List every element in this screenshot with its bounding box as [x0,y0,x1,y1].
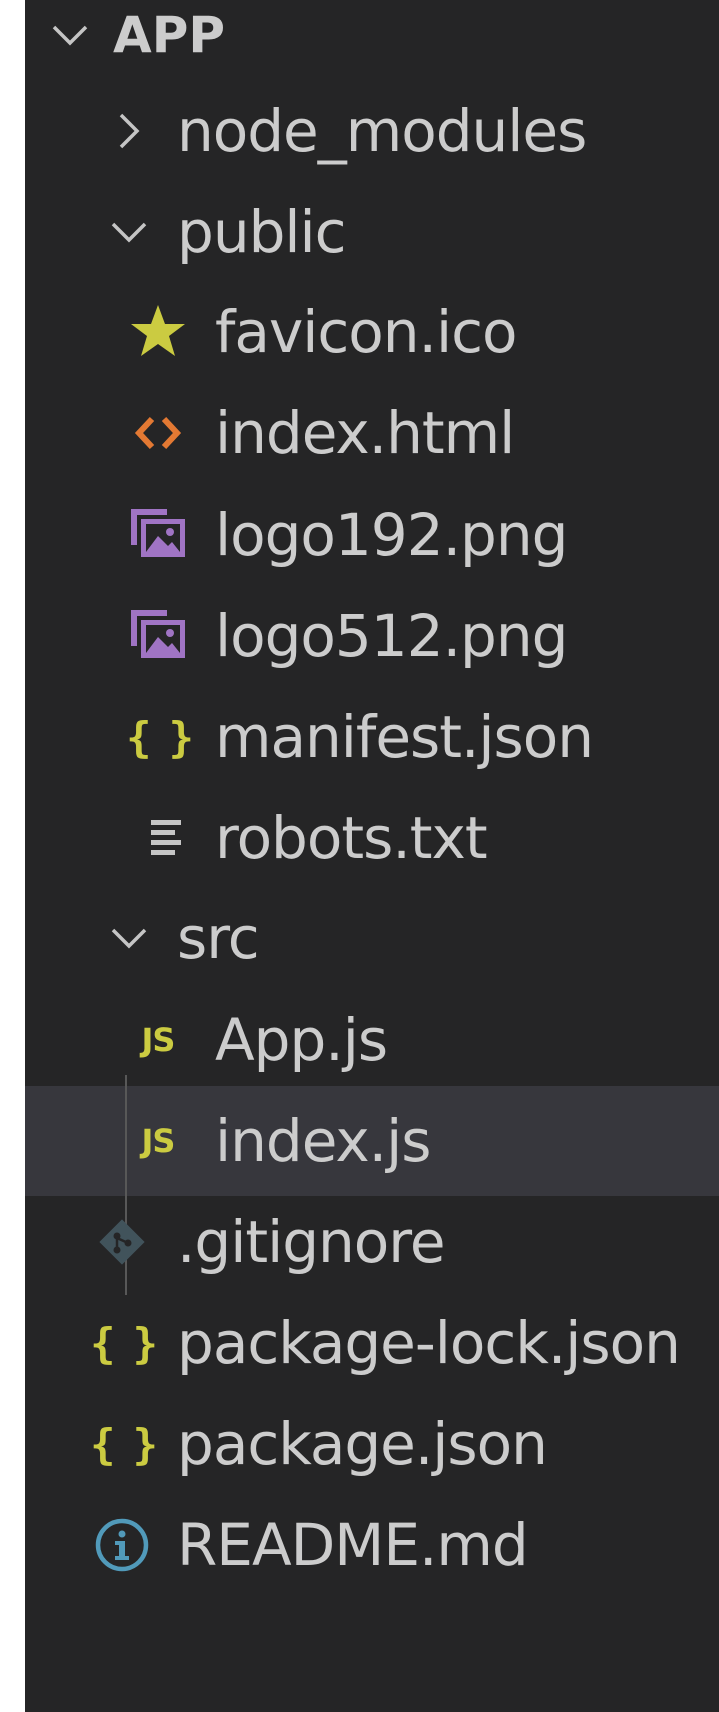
tree-item-label: index.js [215,1107,431,1175]
tree-item-label: src [177,904,260,972]
tree-file-readme-md[interactable]: README.md [25,1490,719,1600]
git-icon [89,1209,155,1275]
chevron-down-icon [40,5,100,65]
image-icon [125,502,191,568]
tree-file-app-js[interactable]: JS App.js [25,985,719,1095]
chevron-down-icon [99,908,159,968]
json-icon: { } [90,1419,158,1469]
tree-item-label: package-lock.json [177,1309,681,1377]
tree-item-label: package.json [177,1410,548,1478]
tree-file-manifest-json[interactable]: { } manifest.json [25,682,719,792]
tree-item-label: logo512.png [215,602,568,670]
tree-file-robots-txt[interactable]: robots.txt [25,783,719,893]
tree-folder-src[interactable]: src [25,883,719,993]
tree-item-label: favicon.ico [215,298,517,366]
javascript-icon: JS [141,1021,176,1059]
image-icon [125,603,191,669]
tree-item-label: index.html [215,399,515,467]
tree-file-package-lock-json[interactable]: { } package-lock.json [25,1288,719,1398]
chevron-right-icon [99,101,159,161]
star-icon [125,299,191,365]
tree-file-package-json[interactable]: { } package.json [25,1389,719,1499]
tree-folder-public[interactable]: public [25,177,719,287]
tree-folder-node-modules[interactable]: node_modules [25,76,719,186]
tree-item-label: .gitignore [177,1208,446,1276]
tree-item-label: node_modules [177,97,587,165]
javascript-icon: JS [141,1122,176,1160]
tree-file-logo512[interactable]: logo512.png [25,581,719,691]
tree-file-index-js[interactable]: JS index.js [25,1086,719,1196]
tree-item-label: README.md [177,1511,529,1579]
tree-file-index-html[interactable]: index.html [25,378,719,488]
tree-item-label: App.js [215,1006,388,1074]
json-icon: { } [90,1318,158,1368]
text-file-icon [133,805,199,871]
tree-file-favicon[interactable]: favicon.ico [25,277,719,387]
info-icon [89,1512,155,1578]
explorer-root-label: APP [113,6,225,64]
tree-item-label: public [177,198,347,266]
tree-file-gitignore[interactable]: .gitignore [25,1187,719,1297]
tree-item-label: manifest.json [215,703,594,771]
tree-item-label: logo192.png [215,501,568,569]
chevron-down-icon [99,202,159,262]
file-explorer: APP node_modules public favicon.ico inde… [25,0,719,1712]
json-icon: { } [126,712,194,762]
html-icon [125,400,191,466]
tree-item-label: robots.txt [215,804,488,872]
tree-file-logo192[interactable]: logo192.png [25,480,719,590]
